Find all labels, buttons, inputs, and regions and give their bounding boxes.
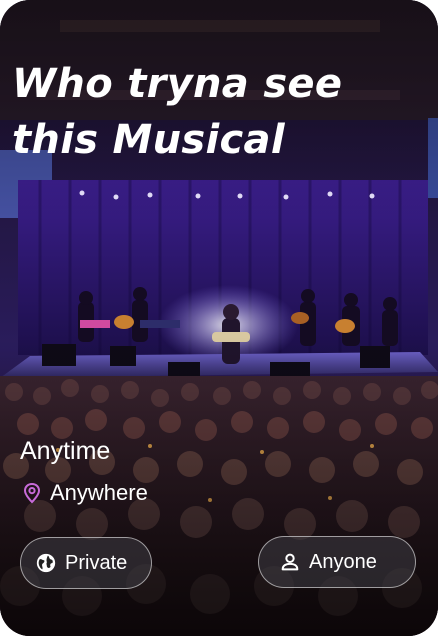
location-label: Anywhere — [50, 480, 148, 505]
map-pin-icon — [22, 482, 42, 504]
event-card[interactable]: Who tryna see this Musical Anytime Anywh… — [0, 0, 438, 636]
event-time: Anytime — [20, 437, 111, 465]
person-icon — [279, 551, 301, 573]
audience-button[interactable]: Anyone — [258, 536, 416, 588]
audience-label: Anyone — [309, 550, 377, 573]
globe-icon — [35, 552, 57, 574]
privacy-button[interactable]: Private — [20, 537, 152, 589]
event-title: Who tryna see this Musical — [12, 61, 343, 163]
privacy-label: Private — [65, 551, 128, 574]
event-location: Anywhere — [22, 477, 148, 509]
